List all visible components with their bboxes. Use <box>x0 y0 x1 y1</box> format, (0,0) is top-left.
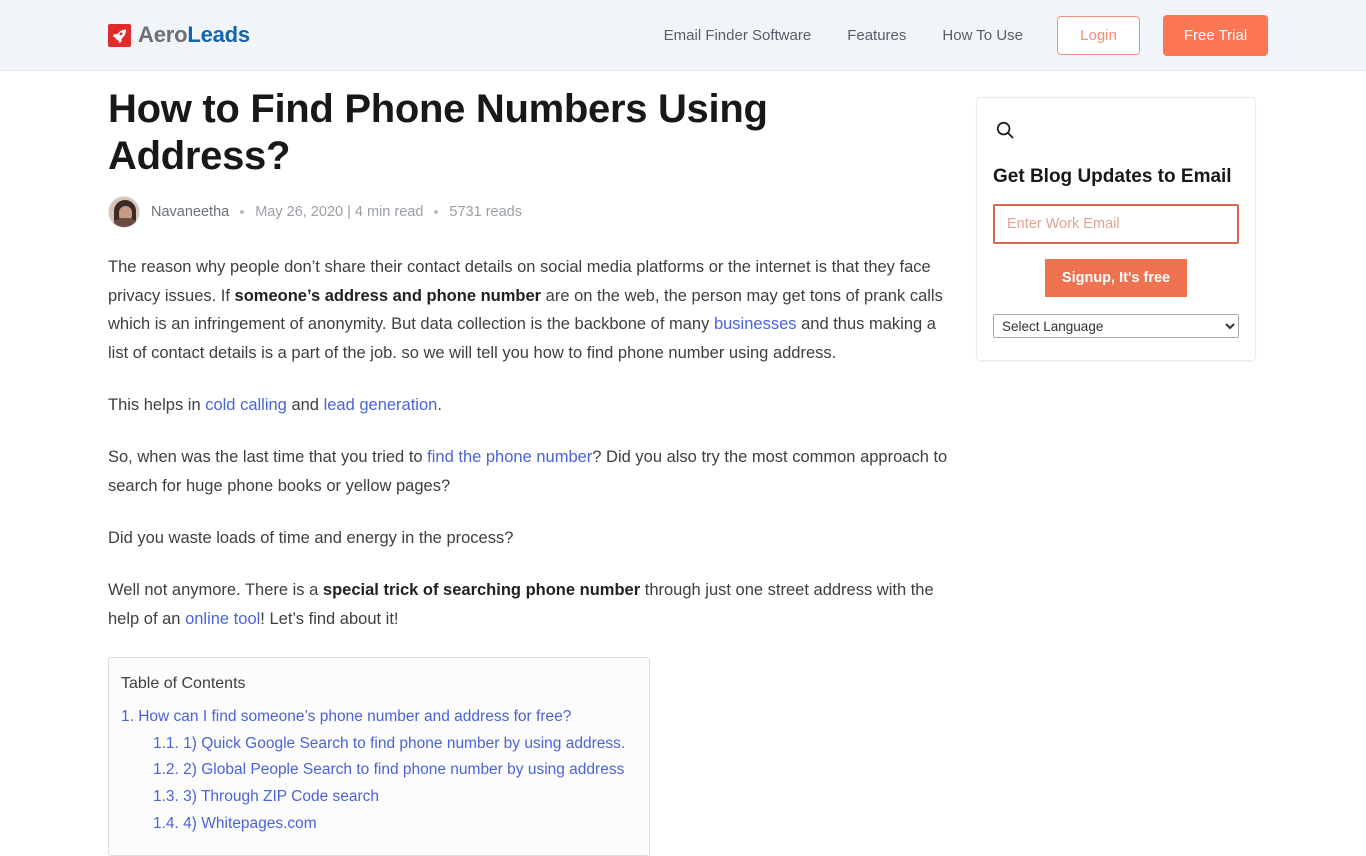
paragraph-2-text-c: . <box>437 395 442 414</box>
article-body: The reason why people don’t share their … <box>108 253 953 633</box>
toc-link-1-1[interactable]: 1.1. 1) Quick Google Search to find phon… <box>153 735 625 752</box>
meta-reads: 5731 reads <box>449 204 522 221</box>
list-item: 1.4. 4) Whitepages.com <box>121 811 629 838</box>
rocket-icon <box>108 23 131 47</box>
post-meta: Navaneetha May 26, 2020 | 4 min read 573… <box>108 196 953 229</box>
toc-list: 1. How can I find someone’s phone number… <box>121 704 629 837</box>
nav-item-email-finder-software[interactable]: Email Finder Software <box>664 27 812 44</box>
toc-link-1[interactable]: 1. How can I find someone’s phone number… <box>121 708 571 725</box>
paragraph-2-text-b: and <box>286 395 324 414</box>
list-item: 1.1. 1) Quick Google Search to find phon… <box>121 731 629 758</box>
meta-separator-dot <box>240 210 245 215</box>
link-lead-generation[interactable]: lead generation <box>324 396 438 414</box>
toc-link-1-3[interactable]: 1.3. 3) Through ZIP Code search <box>153 788 379 805</box>
paragraph-1: The reason why people don’t share their … <box>108 253 953 367</box>
brand-text: AeroLeads <box>138 24 250 46</box>
link-businesses[interactable]: businesses <box>714 315 797 333</box>
brand-logo[interactable]: AeroLeads <box>108 23 250 47</box>
paragraph-4: Did you waste loads of time and energy i… <box>108 529 514 547</box>
login-button[interactable]: Login <box>1057 15 1140 55</box>
brand-text-aero: Aero <box>138 22 188 47</box>
toc-link-1-4[interactable]: 1.4. 4) Whitepages.com <box>153 815 317 832</box>
page-title: How to Find Phone Numbers Using Address? <box>108 87 768 179</box>
nav-item-features[interactable]: Features <box>847 27 906 44</box>
paragraph-5-text-a: Well not anymore. There is a <box>108 581 323 600</box>
link-cold-calling[interactable]: cold calling <box>205 396 287 414</box>
list-item: 1. How can I find someone’s phone number… <box>121 704 629 731</box>
signup-button-wrap: Signup, It's free <box>993 244 1239 297</box>
site-header: AeroLeads Email Finder Software Features… <box>0 0 1366 71</box>
meta-date-readtime: May 26, 2020 | 4 min read <box>255 204 424 221</box>
list-item: 1.2. 2) Global People Search to find pho… <box>121 757 629 784</box>
main-nav: Email Finder Software Features How To Us… <box>664 14 1268 56</box>
paragraph-3-text-a: So, when was the last time that you trie… <box>108 448 428 467</box>
meta-author: Navaneetha <box>151 204 230 221</box>
avatar <box>108 196 140 229</box>
nav-item-how-to-use[interactable]: How To Use <box>942 27 1023 44</box>
page-container: How to Find Phone Numbers Using Address?… <box>0 71 1366 856</box>
paragraph-5-text-c: ! Let’s find about it! <box>260 609 399 628</box>
link-online-tool[interactable]: online tool <box>185 610 260 628</box>
article: How to Find Phone Numbers Using Address?… <box>108 71 953 856</box>
sidebar: Get Blog Updates to Email Signup, It's f… <box>976 71 1256 361</box>
paragraph-1-bold: someone’s address and phone number <box>234 286 542 305</box>
paragraph-2: This helps in cold calling and lead gene… <box>108 391 953 419</box>
paragraph-3: So, when was the last time that you trie… <box>108 443 953 500</box>
language-select[interactable]: Select Language <box>993 314 1239 338</box>
search-icon[interactable] <box>993 116 1239 156</box>
table-of-contents: Table of Contents 1. How can I find some… <box>108 657 650 856</box>
free-trial-button[interactable]: Free Trial <box>1163 14 1268 56</box>
paragraph-5: Well not anymore. There is a special tri… <box>108 576 953 633</box>
list-item: 1.3. 3) Through ZIP Code search <box>121 784 629 811</box>
email-field[interactable] <box>993 204 1239 244</box>
link-find-the-phone-number[interactable]: find the phone number <box>427 448 592 466</box>
toc-title: Table of Contents <box>121 675 246 693</box>
paragraph-5-bold: special trick of searching phone number <box>322 581 641 600</box>
toc-link-1-2[interactable]: 1.2. 2) Global People Search to find pho… <box>153 761 624 778</box>
brand-text-leads: Leads <box>187 22 250 47</box>
widget-heading: Get Blog Updates to Email <box>993 166 1232 187</box>
signup-button[interactable]: Signup, It's free <box>1044 259 1188 297</box>
meta-separator-dot <box>434 210 439 215</box>
blog-updates-widget: Get Blog Updates to Email Signup, It's f… <box>976 97 1256 361</box>
paragraph-2-text-a: This helps in <box>108 395 206 414</box>
